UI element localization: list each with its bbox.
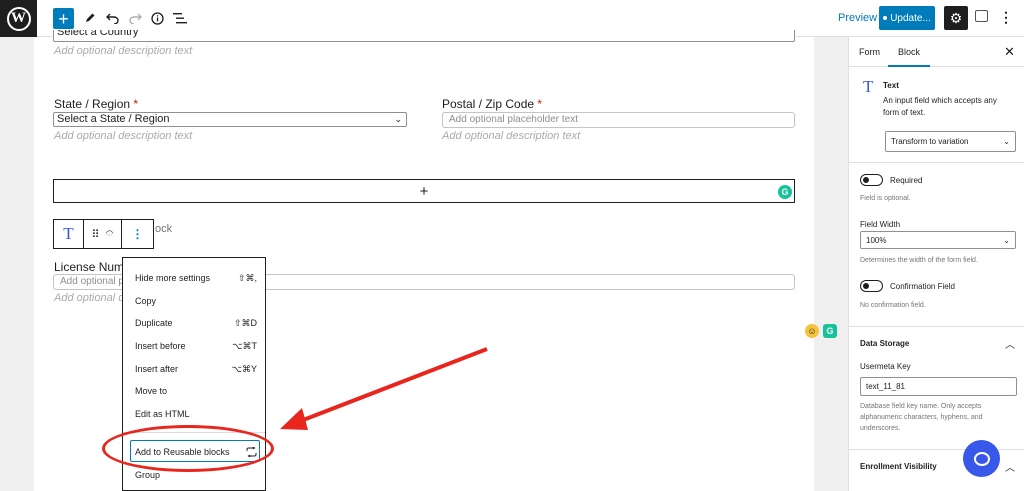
tab-form[interactable]: Form (859, 47, 880, 57)
confirmation-toggle[interactable] (860, 280, 883, 292)
confirmation-help: No confirmation field. (860, 302, 926, 309)
chevron-down-icon: ⌄ (1003, 137, 1010, 146)
sidebar-divider (849, 162, 1024, 163)
required-label: Required (890, 176, 923, 185)
required-help: Field is optional. (860, 195, 911, 202)
usermeta-key-input[interactable]: text_11_81 (860, 377, 1017, 396)
settings-sidebar: Form Block ✕ T Text An input field which… (848, 37, 1024, 491)
toggle-knob (863, 176, 869, 183)
active-tab-indicator (888, 65, 930, 67)
chevron-up-icon[interactable]: ︿ (1005, 459, 1015, 474)
field-width-value: 100% (866, 235, 887, 245)
usermeta-key-value: text_11_81 (866, 382, 905, 391)
data-storage-title[interactable]: Data Storage (860, 339, 909, 348)
block-description: An input field which accepts any form of… (883, 96, 997, 117)
tab-block[interactable]: Block (898, 47, 920, 57)
field-width-select[interactable]: 100% ⌄ (860, 231, 1016, 249)
required-toggle[interactable] (860, 174, 883, 186)
toggle-knob (863, 282, 869, 289)
close-icon[interactable]: ✕ (1004, 44, 1015, 60)
sidebar-tabs: Form Block ✕ (849, 37, 1024, 67)
field-width-label: Field Width (860, 220, 901, 229)
usermeta-help: Database field key name. Only accepts al… (860, 403, 983, 432)
chevron-up-icon[interactable]: ︿ (1005, 336, 1015, 351)
help-chat-icon[interactable] (963, 440, 1000, 477)
field-width-help: Determines the width of the form field. (860, 257, 978, 264)
confirmation-label: Confirmation Field (890, 282, 955, 291)
transform-select-value: Transform to variation (891, 137, 969, 146)
chevron-down-icon: ⌄ (1003, 235, 1010, 245)
transform-select[interactable]: Transform to variation ⌄ (885, 131, 1016, 152)
block-name: Text (883, 81, 899, 90)
enrollment-visibility-title[interactable]: Enrollment Visibility (860, 462, 937, 471)
sidebar-divider (849, 326, 1024, 327)
text-block-icon: T (863, 77, 874, 96)
usermeta-key-label: Usermeta Key (860, 362, 911, 371)
